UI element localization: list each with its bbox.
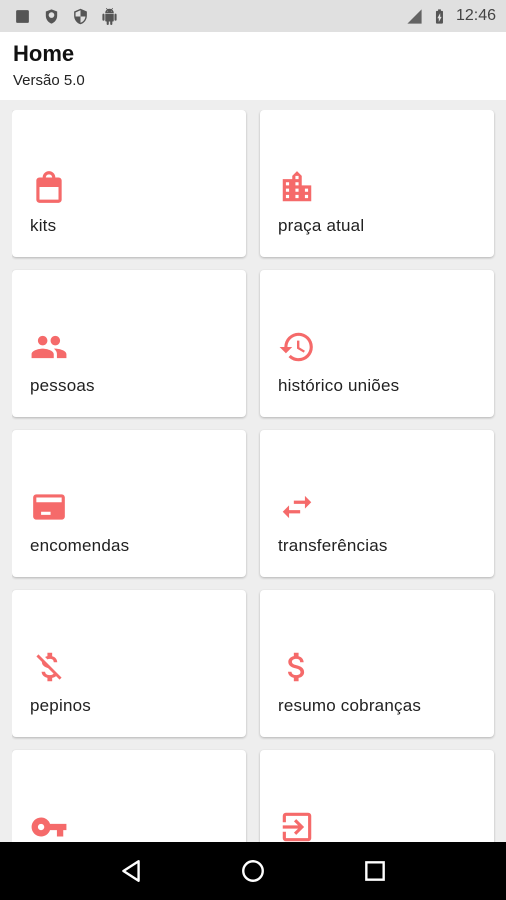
menu-card-label: transferências [278, 536, 388, 555]
menu-card-praca-atual[interactable]: praça atual [260, 110, 494, 257]
history-icon [278, 328, 316, 366]
menu-card-label: praça atual [278, 216, 365, 235]
dollar-icon [278, 648, 316, 686]
menu-card-pepinos[interactable]: pepinos [12, 590, 246, 737]
shield-outline-icon [43, 8, 60, 25]
status-time: 12:46 [455, 7, 496, 24]
people-icon [30, 328, 68, 366]
status-bar: 12:46 [0, 0, 506, 32]
android-icon [101, 7, 118, 25]
menu-card-label: histórico uniões [278, 376, 400, 395]
menu-card-logout[interactable] [260, 750, 494, 842]
menu-card-kits[interactable]: kits [12, 110, 246, 257]
menu-card-pessoas[interactable]: pessoas [12, 270, 246, 417]
key-icon [30, 808, 68, 842]
building-icon [278, 168, 316, 206]
page-title: Home [13, 41, 75, 66]
menu-card-label: pepinos [30, 696, 91, 715]
system-nav-bar [0, 842, 506, 900]
menu-card-key[interactable] [12, 750, 246, 842]
logout-icon [278, 808, 316, 842]
money-off-icon [30, 648, 68, 686]
menu-card-label: kits [30, 216, 57, 235]
signal-lte-icon [406, 8, 423, 25]
shopping-bag-icon [30, 168, 68, 206]
notification-square-icon [14, 8, 31, 25]
back-icon[interactable] [111, 851, 151, 891]
battery-charging-icon [431, 8, 448, 25]
version-label: Versão 5.0 [13, 72, 85, 89]
menu-card-historico-unioes[interactable]: histórico uniões [260, 270, 494, 417]
shield-filled-icon [72, 8, 89, 25]
recents-icon[interactable] [355, 851, 395, 891]
menu-card-transferencias[interactable]: transferências [260, 430, 494, 577]
app-header: Home Versão 5.0 [0, 32, 506, 100]
menu-grid: kits praça atual pessoas histórico uniõe… [12, 110, 496, 842]
menu-card-label: resumo cobranças [278, 696, 422, 715]
menu-card-label: pessoas [30, 376, 95, 395]
menu-card-resumo-cobrancas[interactable]: resumo cobranças [260, 590, 494, 737]
menu-card-label: encomendas [30, 536, 130, 555]
home-icon[interactable] [233, 851, 273, 891]
swap-arrows-icon [278, 488, 316, 526]
package-icon [30, 488, 68, 526]
menu-card-encomendas[interactable]: encomendas [12, 430, 246, 577]
